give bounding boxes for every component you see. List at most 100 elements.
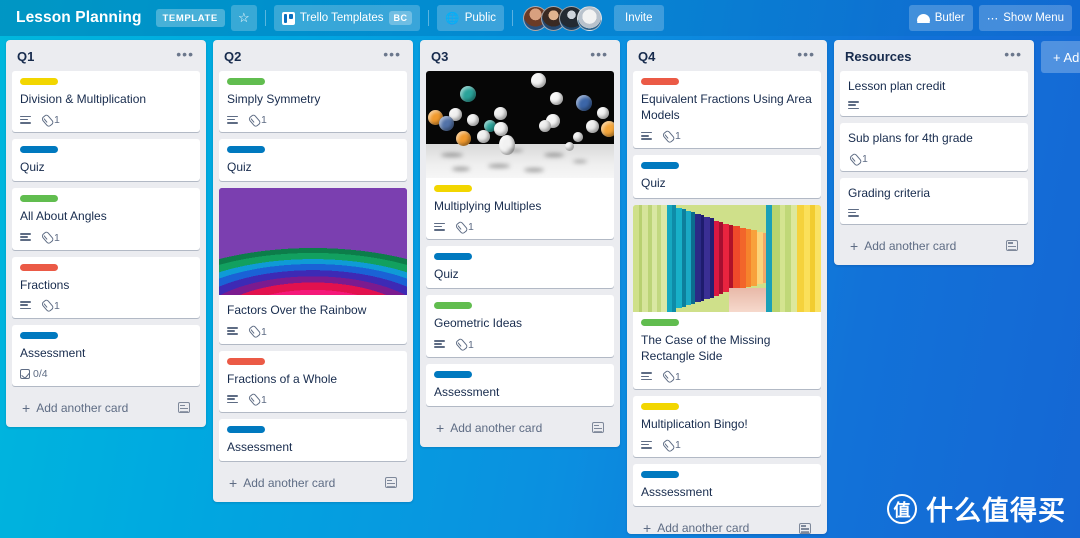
visibility-label: Public (464, 12, 497, 24)
card[interactable]: Equivalent Fractions Using Area Models 1 (633, 71, 821, 149)
ellipsis-icon: ⋯ (986, 13, 999, 25)
card[interactable]: Multiplying Multiples 1 (426, 71, 614, 240)
card[interactable]: Lesson plan credit (840, 71, 1028, 117)
card-badges (848, 208, 1020, 218)
card-badges: 1 (227, 394, 399, 406)
card[interactable]: Quiz (633, 155, 821, 198)
list-menu-icon[interactable]: ••• (380, 47, 404, 63)
paperclip-icon (659, 437, 674, 452)
description-icon (641, 372, 652, 381)
globe-icon: 🌐 (445, 13, 460, 25)
star-icon[interactable]: ☆ (230, 5, 257, 31)
description-icon (848, 101, 859, 110)
rainbow-arcs-cover (219, 188, 407, 296)
list-title[interactable]: Q3 (431, 49, 448, 64)
card-title: Simply Symmetry (227, 92, 321, 106)
description-badge (848, 101, 859, 110)
card-template-icon[interactable] (385, 477, 397, 489)
card-badges: 1 (227, 114, 399, 126)
card[interactable]: Simply Symmetry 1 (219, 71, 407, 133)
attachment-count: 1 (468, 221, 474, 234)
card-list: Lesson plan credit Sub plans for 4th gra… (834, 71, 1034, 224)
card[interactable]: All About Angles 1 (12, 188, 200, 250)
add-another-card-button[interactable]: + Add another card (12, 393, 200, 423)
card[interactable]: Multiplication Bingo! 1 (633, 395, 821, 458)
card[interactable]: Grading criteria (840, 178, 1028, 224)
card[interactable]: Assessment (426, 363, 614, 406)
card-label-yellow (641, 402, 679, 410)
watermark-logo-icon: 值 (887, 493, 917, 524)
attachment-badge: 1 (40, 232, 60, 244)
card-label-red (227, 357, 265, 365)
card[interactable]: Assessment (219, 418, 407, 461)
board-canvas: Q1 ••• Division & Multiplication 1 Quiz … (0, 36, 1080, 538)
card[interactable]: Fractions 1 (12, 256, 200, 318)
bouncing-spheres-cover (426, 71, 614, 178)
card-template-icon[interactable] (799, 522, 811, 534)
card-badges: 0/4 (20, 368, 192, 380)
template-badge: TEMPLATE (155, 9, 225, 27)
add-list-button[interactable]: + Add (1041, 41, 1080, 73)
paperclip-icon (659, 129, 674, 144)
card[interactable]: Geometric Ideas 1 (426, 295, 614, 357)
description-icon (848, 208, 859, 218)
list-q4: Q4 ••• Equivalent Fractions Using Area M… (627, 40, 827, 535)
list-menu-icon[interactable]: ••• (1001, 47, 1025, 63)
card-title: Quiz (641, 176, 666, 191)
card-badges: 1 (227, 326, 399, 338)
card[interactable]: Quiz (219, 139, 407, 182)
add-another-card-button[interactable]: + Add another card (219, 468, 407, 498)
list-menu-icon[interactable]: ••• (794, 47, 818, 63)
card[interactable]: Factors Over the Rainbow 1 (219, 188, 407, 344)
card-title: Sub plans for 4th grade (848, 131, 973, 146)
add-card-label: Add another card (657, 521, 750, 536)
card-template-icon[interactable] (178, 402, 190, 414)
card[interactable]: Division & Multiplication 1 (12, 71, 200, 133)
butler-button[interactable]: Butler (908, 5, 973, 31)
visibility-button[interactable]: 🌐 Public (437, 5, 505, 31)
list-title[interactable]: Q4 (638, 49, 655, 64)
list-menu-icon[interactable]: ••• (587, 47, 611, 63)
paperclip-icon (245, 112, 260, 127)
add-another-card-button[interactable]: + Add another card (840, 231, 1028, 261)
avatar[interactable] (577, 5, 603, 31)
description-icon (227, 395, 238, 404)
workspace-button[interactable]: Trello Templates BC (273, 5, 421, 31)
card[interactable]: The Case of the Missing Rectangle Side 1 (633, 204, 821, 389)
attachment-count: 1 (468, 338, 474, 351)
card[interactable]: Sub plans for 4th grade 1 (840, 123, 1028, 172)
list-menu-icon[interactable]: ••• (173, 47, 197, 63)
colorful-corridor-cover (633, 204, 821, 312)
card-template-icon[interactable] (1006, 240, 1018, 252)
card[interactable]: Quiz (426, 246, 614, 289)
show-menu-button[interactable]: ⋯ Show Menu (978, 5, 1072, 31)
card[interactable]: Assessment 0/4 (12, 324, 200, 386)
watermark-text: 什么值得买 (926, 496, 1066, 527)
board-title[interactable]: Lesson Planning (8, 5, 150, 31)
list-title[interactable]: Q2 (224, 49, 241, 64)
attachment-count: 1 (261, 393, 267, 406)
card-title: Asssessment (641, 485, 713, 500)
card-list: Equivalent Fractions Using Area Models 1… (627, 71, 827, 507)
workspace-name: Trello Templates (299, 12, 384, 24)
description-icon (227, 115, 238, 125)
card[interactable]: Fractions of a Whole 1 (219, 350, 407, 412)
attachment-count: 1 (862, 153, 868, 166)
card-label-blue (434, 253, 472, 261)
attachment-badge: 1 (454, 339, 474, 351)
card[interactable]: Quiz (12, 139, 200, 182)
invite-button[interactable]: Invite (614, 5, 664, 31)
card[interactable]: Asssessment (633, 464, 821, 507)
card-title: Quiz (434, 267, 459, 282)
add-another-card-button[interactable]: + Add another card (633, 513, 821, 538)
list-q2: Q2 ••• Simply Symmetry 1 Quiz Factors Ov… (213, 40, 413, 502)
add-another-card-button[interactable]: + Add another card (426, 413, 614, 443)
card-template-icon[interactable] (592, 422, 604, 434)
member-avatars[interactable] (523, 5, 603, 31)
card-title: Assessment (20, 345, 86, 360)
list-title[interactable]: Q1 (17, 49, 34, 64)
list-title[interactable]: Resources (845, 49, 911, 64)
card-label-red (641, 78, 679, 85)
description-badge (20, 301, 31, 310)
description-icon (641, 131, 652, 141)
